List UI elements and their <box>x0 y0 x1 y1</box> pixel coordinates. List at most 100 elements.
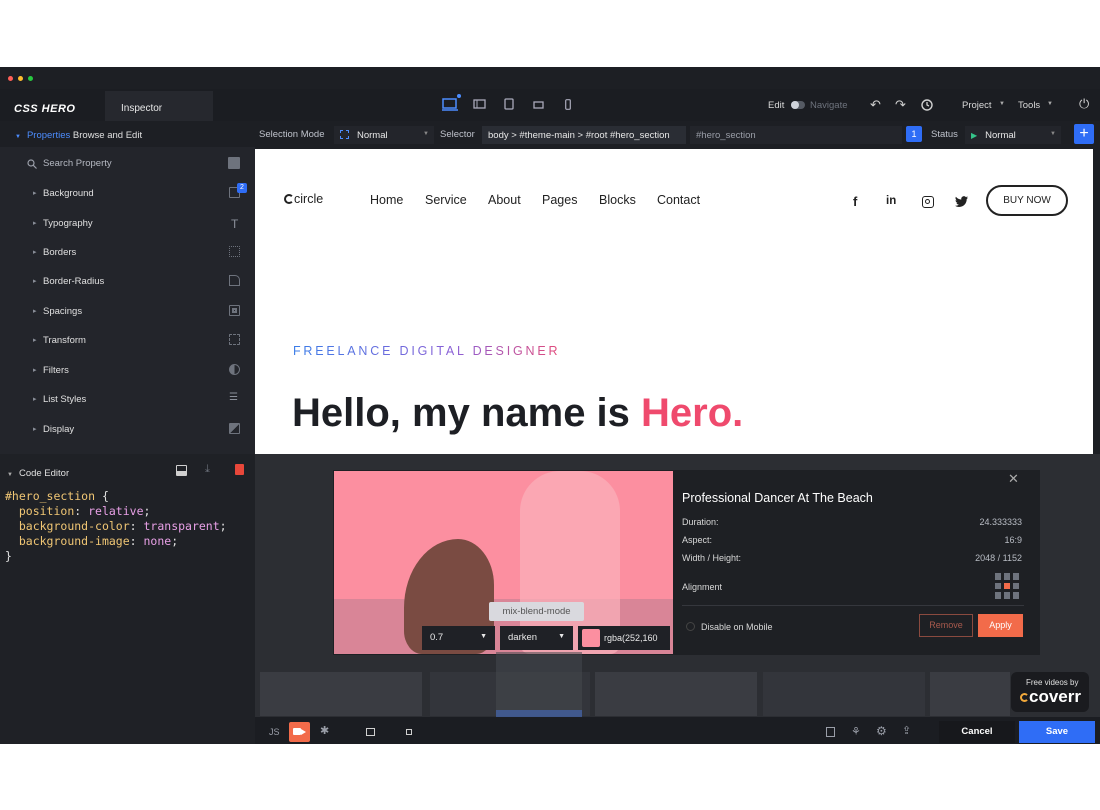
window-minimize-dot[interactable] <box>18 76 23 81</box>
edit-navigate-toggle[interactable] <box>791 101 805 109</box>
selector-path[interactable]: body > #theme-main > #root #hero_section <box>482 126 686 144</box>
selection-mode-select[interactable]: Normal ▼ <box>334 126 434 144</box>
overlay-color-picker[interactable]: rgba(252,160 <box>578 626 670 650</box>
blend-mode-select[interactable]: darken ▼ <box>500 626 573 650</box>
window-icon[interactable] <box>366 728 375 736</box>
property-spacings[interactable]: ▸ Spacings <box>0 298 255 327</box>
modal-divider <box>682 605 1024 606</box>
history-icon[interactable] <box>921 99 933 111</box>
nav-service[interactable]: Service <box>425 193 467 207</box>
video-thumbnail[interactable] <box>260 672 422 716</box>
nav-home[interactable]: Home <box>370 193 403 207</box>
aspect-value: 16:9 <box>1004 535 1022 545</box>
nav-blocks[interactable]: Blocks <box>599 193 636 207</box>
opacity-value: 0.7 <box>430 632 444 643</box>
sitemap-icon[interactable]: ⚘ <box>851 725 861 738</box>
video-camera-button[interactable] <box>289 722 310 742</box>
chevron-right-icon: ▸ <box>33 396 37 403</box>
nav-about[interactable]: About <box>488 193 521 207</box>
buy-now-button[interactable]: BUY NOW <box>986 185 1068 216</box>
tablet-landscape-icon[interactable] <box>533 101 544 109</box>
window-zoom-dot[interactable] <box>28 76 33 81</box>
active-device-indicator <box>457 94 461 98</box>
site-logo[interactable]: circle <box>284 192 323 206</box>
site-preview[interactable]: circle Home Service About Pages Blocks C… <box>255 149 1093 454</box>
display-icon <box>229 423 240 434</box>
add-button[interactable]: + <box>1074 124 1094 144</box>
status-select[interactable]: ▶ Normal ▼ <box>965 126 1061 144</box>
property-search[interactable]: Search Property <box>0 153 255 175</box>
coverr-logo: coverr <box>1020 687 1081 707</box>
bug-icon[interactable]: ✱ <box>320 724 329 737</box>
mobile-device-icon[interactable] <box>565 99 571 110</box>
tools-menu[interactable]: Tools <box>1018 100 1040 111</box>
list-icon: ☰ <box>229 392 238 403</box>
disable-mobile-label: Disable on Mobile <box>701 622 773 632</box>
coverr-mark-icon <box>1020 693 1029 702</box>
css-value: transparent <box>143 519 220 533</box>
close-icon[interactable]: ✕ <box>1008 471 1019 487</box>
spacings-icon <box>229 305 240 316</box>
disable-mobile-checkbox[interactable] <box>686 622 695 631</box>
small-window-icon[interactable] <box>406 729 412 735</box>
twitter-icon[interactable] <box>955 196 968 207</box>
css-code[interactable]: #hero_section { position: relative; back… <box>5 489 255 564</box>
tablet-device-icon[interactable] <box>504 98 514 110</box>
duration-label: Duration: <box>682 517 719 527</box>
trash-icon[interactable] <box>235 464 244 475</box>
properties-link[interactable]: Properties <box>27 130 70 141</box>
save-file-icon[interactable] <box>176 465 187 476</box>
laptop-device-icon[interactable] <box>473 99 486 109</box>
instagram-icon[interactable] <box>922 196 934 208</box>
edit-pencil-icon[interactable] <box>228 157 240 169</box>
opacity-select[interactable]: 0.7 ▼ <box>422 626 495 650</box>
selection-count-badge: 1 <box>906 126 922 142</box>
collapse-icon: ▼ <box>15 134 21 140</box>
settings-gear-icon[interactable]: ⚙ <box>876 724 887 738</box>
filters-icon <box>229 364 240 375</box>
tab-inspector[interactable]: Inspector <box>105 91 213 121</box>
window-close-dot[interactable] <box>8 76 13 81</box>
blend-mode-tooltip: mix-blend-mode <box>489 602 584 621</box>
selector-label: Selector <box>440 129 475 140</box>
video-thumbnail[interactable] <box>930 672 1010 716</box>
property-filters[interactable]: ▸ Filters <box>0 357 255 386</box>
chevron-right-icon: ▸ <box>33 249 37 256</box>
apply-button[interactable]: Apply <box>978 614 1023 637</box>
undo-icon[interactable]: ↶ <box>870 97 881 113</box>
caret-down-icon: ▼ <box>558 633 565 640</box>
facebook-icon[interactable]: f <box>853 194 857 209</box>
status-value: Normal <box>985 130 1016 141</box>
redo-icon[interactable]: ↷ <box>895 97 906 113</box>
search-icon <box>27 159 37 169</box>
property-border-radius[interactable]: ▸ Border-Radius <box>0 268 255 297</box>
property-display[interactable]: ▸ Display <box>0 416 255 445</box>
linkedin-icon[interactable]: in <box>886 195 896 207</box>
navigate-label[interactable]: Navigate <box>810 100 848 111</box>
selector-id-field[interactable]: #hero_section <box>690 126 902 144</box>
property-typography[interactable]: ▸ Typography T <box>0 210 255 239</box>
coverr-badge[interactable]: Free videos by coverr <box>1011 672 1089 712</box>
alignment-grid[interactable] <box>995 573 1021 599</box>
video-thumbnail[interactable] <box>763 672 925 716</box>
property-list-styles[interactable]: ▸ List Styles ☰ <box>0 386 255 415</box>
save-button[interactable]: Save <box>1019 721 1095 743</box>
project-menu[interactable]: Project <box>962 100 992 111</box>
js-button[interactable]: JS <box>269 727 280 737</box>
power-icon[interactable]: ⏻ <box>1079 96 1089 112</box>
nav-pages[interactable]: Pages <box>542 193 577 207</box>
property-background[interactable]: ▸ Background 2 <box>0 180 255 209</box>
edit-label: Edit <box>768 100 785 111</box>
nav-contact[interactable]: Contact <box>657 193 700 207</box>
notes-icon[interactable] <box>826 727 835 737</box>
desktop-device-icon[interactable] <box>442 98 458 112</box>
video-thumbnail[interactable] <box>595 672 757 716</box>
remove-button[interactable]: Remove <box>919 614 973 637</box>
download-icon[interactable]: ⤓ <box>205 463 210 476</box>
property-transform[interactable]: ▸ Transform <box>0 327 255 356</box>
export-icon[interactable]: ⇪ <box>902 724 911 737</box>
property-label: Spacings <box>43 306 83 317</box>
css-hero-app: CSS HERO Inspector Edit Navigate ↶ ↷ Pro… <box>0 67 1100 744</box>
cancel-button[interactable]: Cancel <box>939 721 1015 743</box>
property-borders[interactable]: ▸ Borders <box>0 239 255 268</box>
